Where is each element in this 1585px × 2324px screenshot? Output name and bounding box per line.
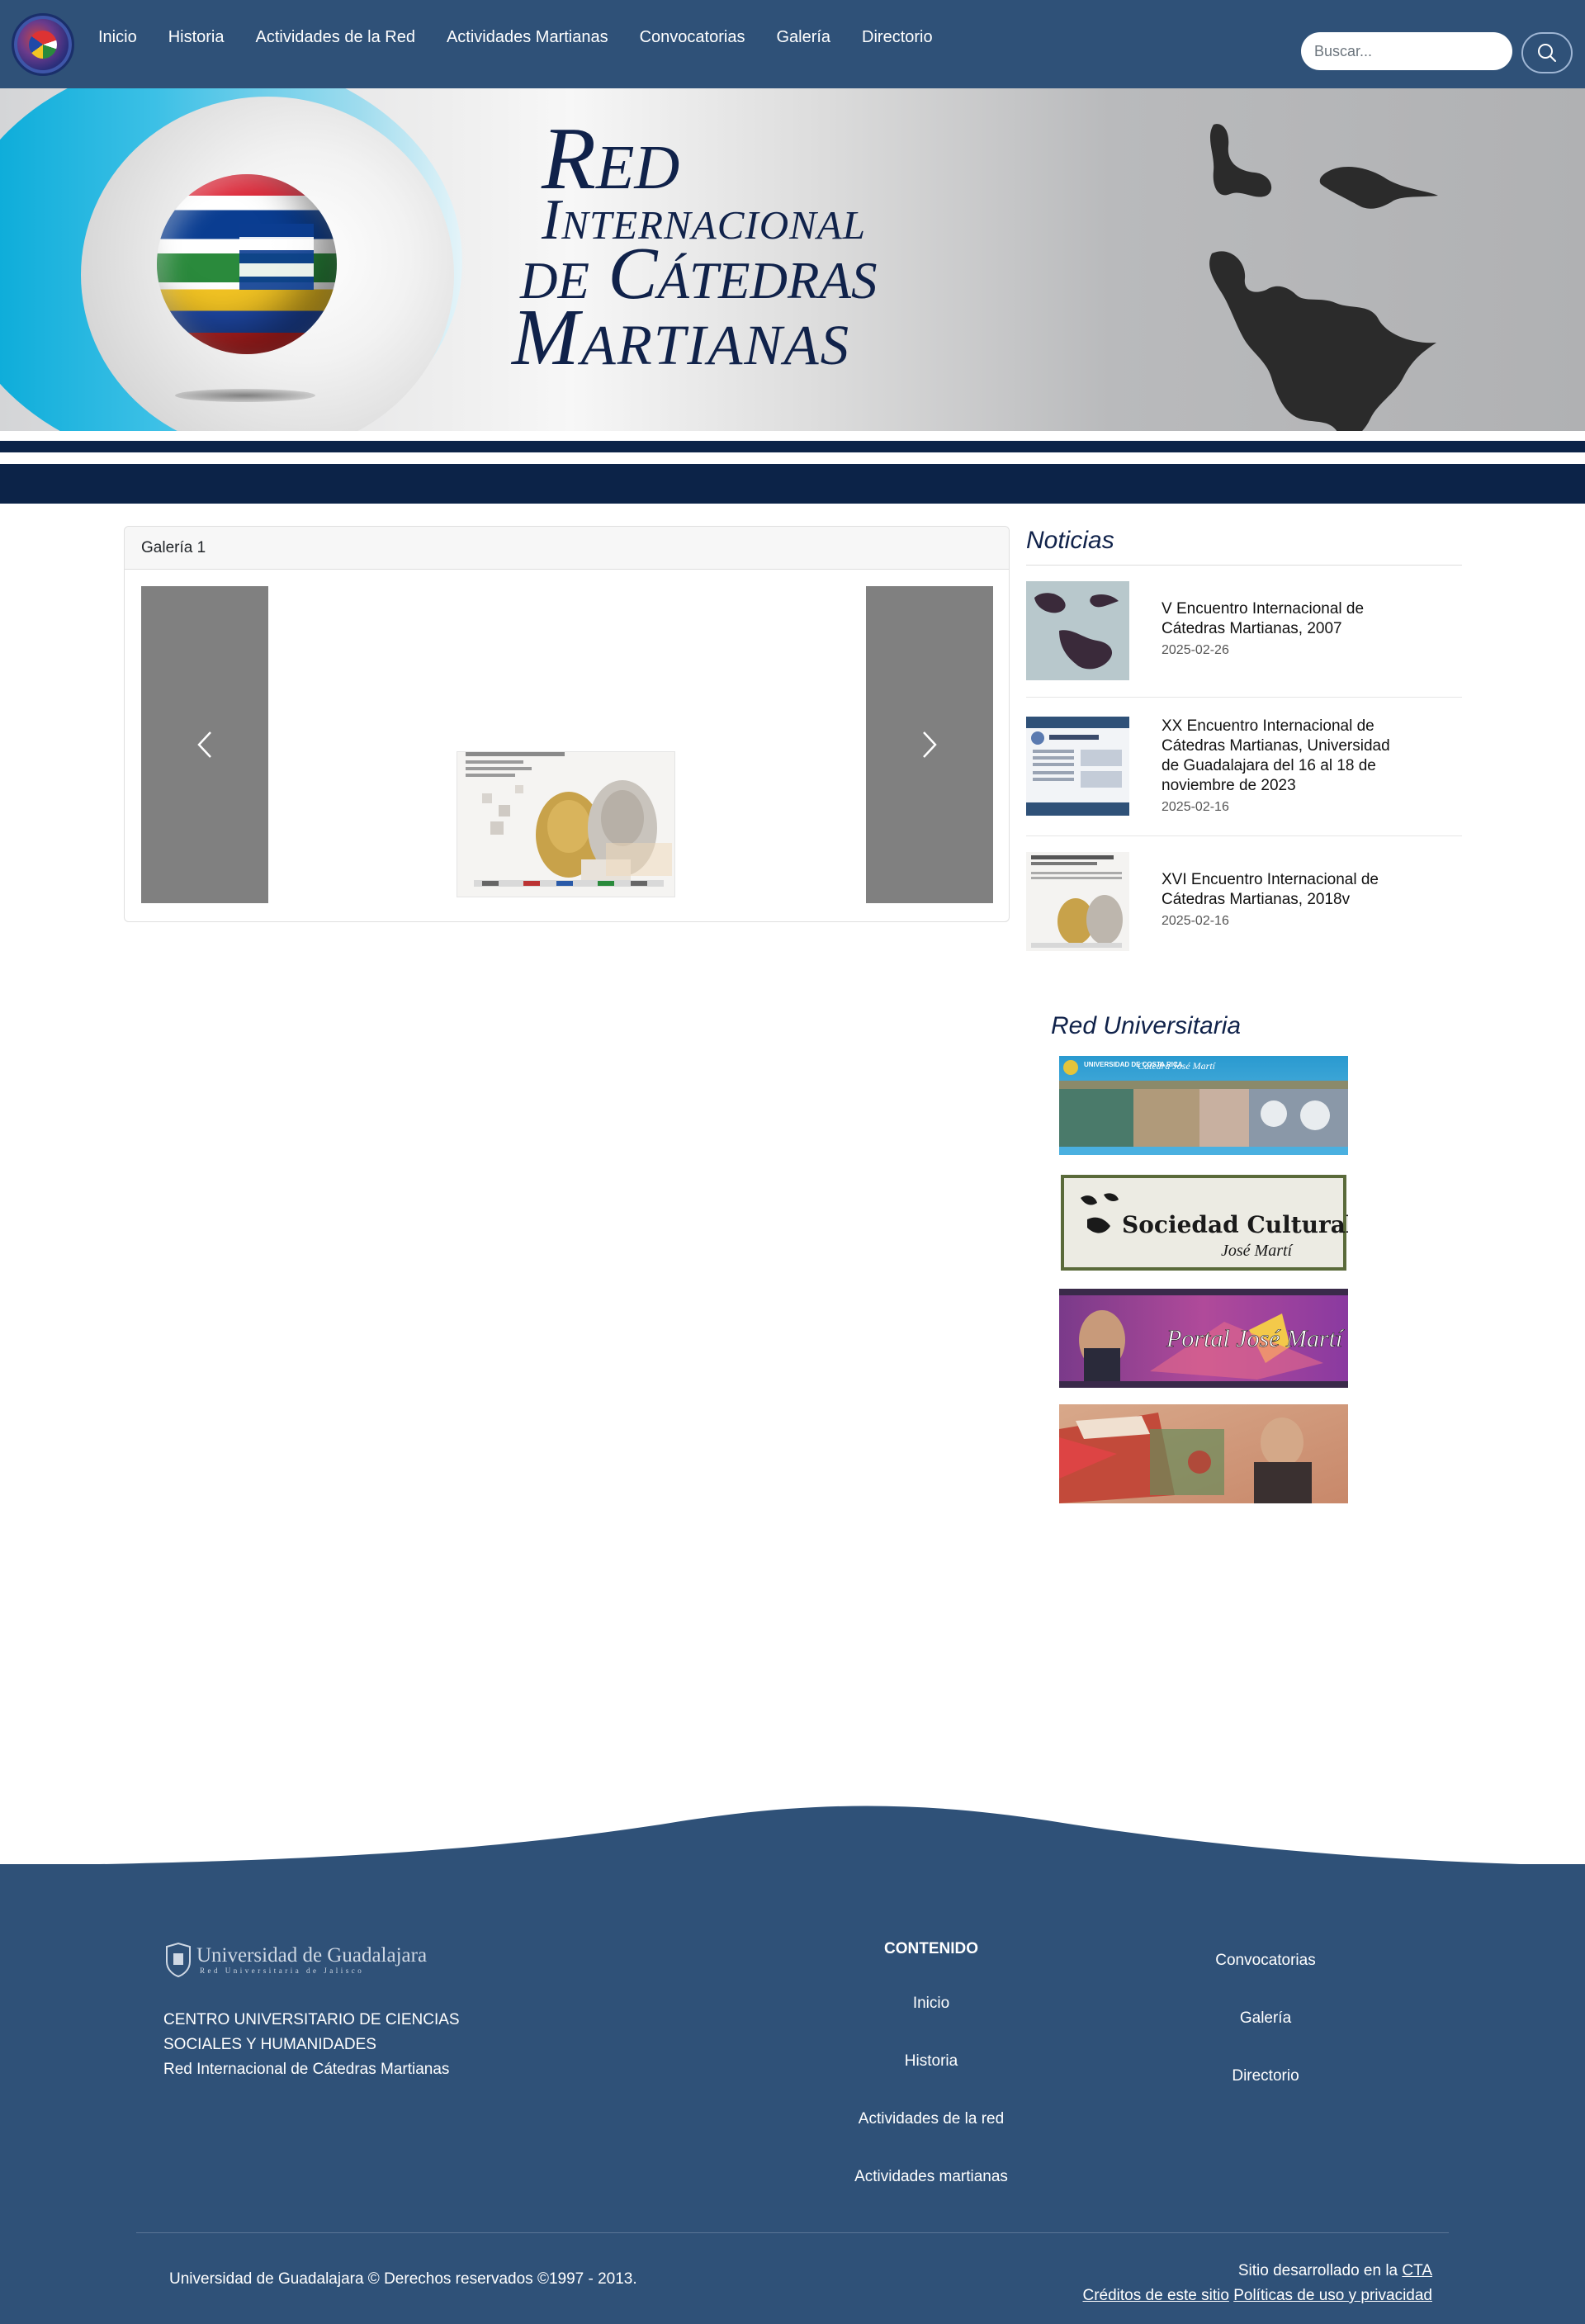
main-nav: Inicio Historia Actividades de la Red Ac…: [83, 0, 949, 74]
svg-text:Universidad de Guadalajara: Universidad de Guadalajara: [196, 1944, 427, 1967]
gallery-heading: Galería 1: [125, 527, 1009, 570]
banner-title: Red Internacional de Cátedras Martianas: [512, 110, 878, 382]
chevron-left-icon: [197, 731, 211, 758]
red-universitaria-heading: Red Universitaria: [1051, 1012, 1242, 1039]
footer-divider: [136, 2232, 1449, 2233]
developer-credits: Sitio desarrollado en la CTA Créditos de…: [1082, 2262, 1433, 2304]
footer-address: CENTRO UNIVERSITARIO DE CIENCIAS SOCIALE…: [163, 2011, 460, 2078]
svg-text:Portal José Martí: Portal José Martí: [1166, 1325, 1345, 1352]
credits-link[interactable]: Créditos de este sitio: [1083, 2287, 1229, 2304]
footer-wave: [0, 1806, 1585, 1866]
footer-link-actividades-martianas[interactable]: Actividades martianas: [834, 2168, 1029, 2186]
svg-text:Sociedad Cultural: Sociedad Cultural: [1122, 1211, 1348, 1238]
news-headline[interactable]: XVI Encuentro Internacional de Cátedras …: [1162, 870, 1409, 910]
nav-link-convocatorias[interactable]: Convocatorias: [624, 28, 761, 47]
privacy-link[interactable]: Políticas de uso y privacidad: [1233, 2287, 1432, 2304]
news-thumbnail[interactable]: [1026, 852, 1129, 951]
jose-marti-silhouette: [1209, 124, 1438, 438]
carousel-next-button[interactable]: [866, 586, 993, 903]
cta-link[interactable]: CTA: [1402, 2262, 1432, 2279]
search-placeholder: Buscar...: [1314, 42, 1373, 59]
news-thumbnail[interactable]: [1026, 581, 1129, 680]
news-divider: [1026, 565, 1462, 566]
search-icon: [1538, 44, 1556, 62]
svg-text:Red Universitaria de Jalisco: Red Universitaria de Jalisco: [200, 1967, 364, 1975]
search-input[interactable]: Buscar...: [1301, 32, 1512, 70]
news-heading: Noticias: [1026, 527, 1114, 554]
chevron-right-icon: [923, 731, 937, 758]
copyright-text: Universidad de Guadalajara © Derechos re…: [169, 2270, 637, 2288]
footer-link-historia[interactable]: Historia: [850, 2052, 1012, 2071]
partner-logo-sociedad-cultural[interactable]: Sociedad Cultural José Martí: [1059, 1173, 1348, 1272]
news-thumbnail[interactable]: [1026, 717, 1129, 816]
hero-banner: Red Internacional de Cátedras Martianas: [0, 88, 1585, 504]
nav-link-actividades-martianas[interactable]: Actividades Martianas: [431, 28, 624, 47]
search-button[interactable]: [1521, 32, 1573, 73]
svg-text:Cátedra José Martí: Cátedra José Martí: [1138, 1060, 1217, 1072]
nav-link-inicio[interactable]: Inicio: [83, 28, 153, 47]
site-logo[interactable]: [12, 13, 74, 76]
footer-link-directorio[interactable]: Directorio: [1183, 2067, 1348, 2085]
footer-content-heading: CONTENIDO: [884, 1940, 978, 1957]
partner-logo-portal-jose-marti[interactable]: Portal José Martí: [1059, 1289, 1348, 1388]
footer-link-galeria[interactable]: Galería: [1183, 2009, 1348, 2028]
news-headline[interactable]: V Encuentro Internacional de Cátedras Ma…: [1162, 599, 1409, 639]
udg-logo[interactable]: Universidad de Guadalajara Red Universit…: [163, 1942, 494, 1983]
partner-logo-cuba-mexico[interactable]: [1059, 1404, 1348, 1503]
footer-link-actividades-red[interactable]: Actividades de la red: [834, 2110, 1029, 2128]
site-footer: Universidad de Guadalajara Red Universit…: [0, 1864, 1585, 2324]
news-date: 2025-02-16: [1162, 800, 1229, 814]
nav-link-galeria[interactable]: Galería: [760, 28, 846, 47]
flags-globe-image: [157, 174, 337, 354]
carousel-slide-image: [457, 751, 675, 897]
news-headline[interactable]: XX Encuentro Internacional de Cátedras M…: [1162, 717, 1409, 796]
top-navbar: Inicio Historia Actividades de la Red Ac…: [0, 0, 1585, 88]
gallery-card: Galería 1: [124, 526, 1010, 922]
footer-link-convocatorias[interactable]: Convocatorias: [1183, 1952, 1348, 1970]
carousel-prev-button[interactable]: [141, 586, 268, 903]
partner-logo-ucr[interactable]: UNIVERSIDAD DE COSTA RICA Cátedra José M…: [1059, 1056, 1348, 1155]
nav-link-directorio[interactable]: Directorio: [846, 28, 949, 47]
footer-link-inicio[interactable]: Inicio: [850, 1995, 1012, 2013]
news-date: 2025-02-16: [1162, 914, 1229, 928]
nav-link-historia[interactable]: Historia: [153, 28, 240, 47]
news-date: 2025-02-26: [1162, 643, 1229, 657]
nav-link-actividades-red[interactable]: Actividades de la Red: [240, 28, 431, 47]
svg-text:José Martí: José Martí: [1221, 1242, 1294, 1260]
